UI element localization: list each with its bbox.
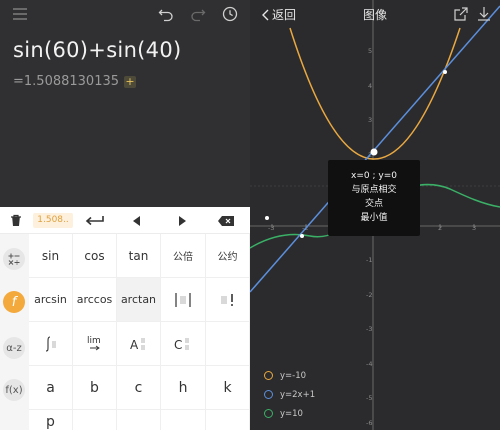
svg-text:lim: lim bbox=[87, 336, 101, 346]
custom-functions-category-button[interactable]: f(x) bbox=[3, 379, 25, 401]
y-tick-label: -6 bbox=[366, 419, 372, 427]
y-tick-label: -4 bbox=[366, 360, 372, 368]
y-tick-label: -5 bbox=[366, 394, 372, 402]
keyboard-toolbar: 1.508.. bbox=[0, 207, 250, 234]
legend-item[interactable]: y=2x+1 bbox=[264, 385, 315, 404]
intersection-point[interactable] bbox=[443, 70, 447, 74]
intersection-point[interactable] bbox=[265, 216, 269, 220]
graph-pane[interactable]: -3 -2 -1 1 2 3 5 4 3 2 1 -1 -2 -3 -4 -5 … bbox=[250, 0, 500, 430]
y-tick-label: 3 bbox=[368, 116, 372, 124]
function-key-grid: sin cos tan 公倍 公约 arcsin arccos arctan l… bbox=[29, 234, 250, 430]
key-empty bbox=[206, 322, 250, 366]
x-tick-label: -3 bbox=[268, 224, 274, 232]
x-tick-label: 2 bbox=[438, 224, 442, 232]
key-arccos[interactable]: arccos bbox=[73, 278, 117, 322]
expression-display[interactable]: sin(60)+sin(40) bbox=[13, 38, 181, 62]
key-tan[interactable]: tan bbox=[117, 234, 161, 278]
x-tick-label: 3 bbox=[472, 224, 476, 232]
key-empty bbox=[161, 410, 206, 430]
key-absolute-value[interactable] bbox=[161, 278, 206, 322]
selected-point[interactable] bbox=[370, 148, 378, 156]
key-factorial[interactable] bbox=[206, 278, 250, 322]
key-permutation[interactable]: A bbox=[117, 322, 161, 366]
result-display: =1.5088130135 + bbox=[13, 74, 137, 89]
key-empty bbox=[117, 410, 161, 430]
legend-item[interactable]: y=10 bbox=[264, 404, 315, 423]
variables-category-button[interactable]: α-z bbox=[3, 337, 25, 359]
download-icon[interactable] bbox=[476, 6, 494, 24]
y-tick-label: 5 bbox=[368, 47, 372, 55]
key-arcsin[interactable]: arcsin bbox=[29, 278, 73, 322]
undo-icon[interactable] bbox=[158, 6, 176, 24]
key-gcd[interactable]: 公约 bbox=[206, 234, 250, 278]
previous-answer-chip[interactable]: 1.508.. bbox=[33, 213, 73, 228]
keyboard-category-column: f α-z f(x) bbox=[0, 234, 29, 430]
graph-legend: y=-10 y=2x+1 y=10 bbox=[264, 366, 315, 423]
key-limit[interactable]: lim bbox=[73, 322, 117, 366]
key-combination[interactable]: C bbox=[161, 322, 206, 366]
cursor-left-icon[interactable] bbox=[127, 207, 147, 234]
point-tooltip: x=0 ; y=0 与原点相交 交点 最小值 bbox=[328, 160, 420, 236]
tooltip-coordinates: x=0 ; y=0 bbox=[351, 171, 397, 181]
intersection-point[interactable] bbox=[300, 234, 304, 238]
y-tick-label: 4 bbox=[368, 82, 372, 90]
key-cos[interactable]: cos bbox=[73, 234, 117, 278]
key-arctan[interactable]: arctan bbox=[117, 278, 161, 322]
legend-label: y=10 bbox=[280, 408, 303, 419]
app-window: sin(60)+sin(40) =1.5088130135 + 1.508.. bbox=[0, 0, 500, 430]
key-p[interactable]: p bbox=[29, 410, 73, 430]
key-empty bbox=[73, 410, 117, 430]
curve-orange[interactable] bbox=[289, 27, 461, 160]
legend-label: y=2x+1 bbox=[280, 389, 316, 400]
y-tick-label: -2 bbox=[366, 291, 372, 299]
tooltip-line: 与原点相交 bbox=[351, 185, 397, 195]
history-icon[interactable] bbox=[222, 6, 240, 24]
key-a[interactable]: a bbox=[29, 366, 73, 410]
legend-marker bbox=[264, 409, 273, 418]
tooltip-line: 交点 bbox=[364, 199, 383, 209]
cursor-right-icon[interactable] bbox=[172, 207, 192, 234]
y-tick-label: -3 bbox=[366, 325, 372, 333]
svg-text:C: C bbox=[174, 338, 182, 352]
legend-marker bbox=[264, 390, 273, 399]
y-tick-label: -1 bbox=[366, 256, 372, 264]
key-b[interactable]: b bbox=[73, 366, 117, 410]
share-icon[interactable] bbox=[453, 6, 471, 24]
key-empty bbox=[206, 410, 250, 430]
legend-marker bbox=[264, 371, 273, 380]
calculator-toolbar bbox=[0, 0, 250, 30]
calculator-pane: sin(60)+sin(40) =1.5088130135 + 1.508.. bbox=[0, 0, 250, 430]
key-lcm[interactable]: 公倍 bbox=[161, 234, 206, 278]
legend-item[interactable]: y=-10 bbox=[264, 366, 315, 385]
functions-category-button[interactable]: f bbox=[3, 291, 25, 313]
redo-icon[interactable] bbox=[190, 6, 208, 24]
result-value: =1.5088130135 bbox=[13, 74, 120, 89]
svg-text:A: A bbox=[130, 338, 139, 352]
graph-toolbar: 返回 图像 bbox=[250, 0, 500, 30]
key-sin[interactable]: sin bbox=[29, 234, 73, 278]
key-c[interactable]: c bbox=[117, 366, 161, 410]
key-integral[interactable] bbox=[29, 322, 73, 366]
menu-icon[interactable] bbox=[12, 6, 30, 24]
enter-icon[interactable] bbox=[80, 207, 110, 234]
add-result-button[interactable]: + bbox=[124, 75, 137, 88]
legend-label: y=-10 bbox=[280, 370, 307, 381]
backspace-icon[interactable] bbox=[214, 207, 238, 234]
keyboard-panel: 1.508.. f α-z f(x) sin cos tan 公倍 公约 arc… bbox=[0, 207, 250, 430]
operators-category-button[interactable] bbox=[3, 248, 25, 270]
key-k[interactable]: k bbox=[206, 366, 250, 410]
trash-icon[interactable] bbox=[6, 207, 26, 234]
key-h[interactable]: h bbox=[161, 366, 206, 410]
tooltip-line: 最小值 bbox=[360, 213, 388, 223]
